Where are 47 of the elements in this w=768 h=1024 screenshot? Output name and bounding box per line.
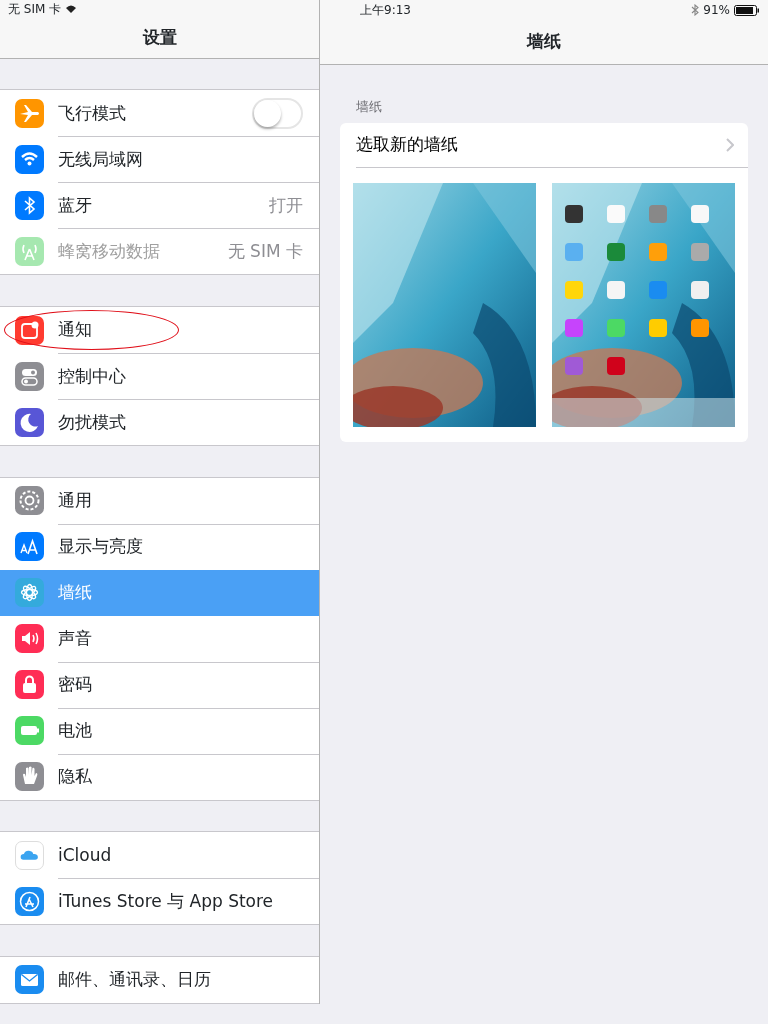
row-label: iCloud xyxy=(58,843,113,867)
list-row[interactable]: 选取新的墙纸 xyxy=(356,122,748,168)
wifi-icon xyxy=(65,4,78,14)
row-label: 选取新的墙纸 xyxy=(356,132,459,156)
settings-row[interactable]: 蓝牙 打开 xyxy=(0,182,319,229)
settings-row[interactable]: 勿扰模式 xyxy=(0,399,319,445)
settings-row[interactable]: 声音 xyxy=(0,615,319,662)
settings-row[interactable]: iCloud xyxy=(0,832,319,879)
settings-row[interactable]: 密码 xyxy=(0,661,319,708)
row-label: iTunes Store 与 App Store xyxy=(58,890,275,914)
row-label: 通知 xyxy=(58,318,93,342)
row-label: 通用 xyxy=(58,488,93,512)
row-label: 隐私 xyxy=(58,765,93,789)
row-label: 控制中心 xyxy=(58,364,127,388)
row-value: 无 SIM 卡 xyxy=(227,240,303,264)
settings-row[interactable]: 无线局域网 xyxy=(0,136,319,183)
row-label: 墙纸 xyxy=(58,581,93,605)
settings-row[interactable]: 控制中心 xyxy=(0,353,319,399)
row-label: 电池 xyxy=(58,719,93,743)
row-label: 邮件、通讯录、日历 xyxy=(58,968,212,992)
nav-title: 墙纸 xyxy=(527,30,561,54)
settings-row[interactable]: 通用 xyxy=(0,477,319,524)
nav-title: 设置 xyxy=(142,26,177,50)
section-header: 墙纸 xyxy=(355,98,383,116)
row-label: 飞行模式 xyxy=(58,101,127,125)
carrier-text: 无 SIM 卡 xyxy=(8,1,62,18)
row-label: 密码 xyxy=(58,673,93,697)
toggle-switch[interactable] xyxy=(252,97,303,129)
settings-row[interactable]: 飞行模式 xyxy=(0,90,319,137)
battery-icon xyxy=(734,4,760,16)
row-label: 勿扰模式 xyxy=(58,410,127,434)
row-value: 打开 xyxy=(269,194,303,218)
row-label: 声音 xyxy=(58,627,93,651)
battery-percent: 91% xyxy=(703,2,730,19)
row-label: 蓝牙 xyxy=(58,194,93,218)
chevron-icon xyxy=(726,137,734,152)
row-label: 蜂窝移动数据 xyxy=(58,240,161,264)
status-time: 上午9:13 xyxy=(360,2,411,19)
row-label: 无线局域网 xyxy=(58,148,144,172)
settings-row[interactable]: 电池 xyxy=(0,707,319,754)
settings-row[interactable]: iTunes Store 与 App Store xyxy=(0,878,319,925)
settings-row[interactable]: 隐私 xyxy=(0,753,319,800)
settings-row[interactable]: 通知 xyxy=(0,307,319,353)
bluetooth-icon xyxy=(691,4,700,16)
settings-row[interactable]: 显示与亮度 xyxy=(0,523,319,570)
row-label: 显示与亮度 xyxy=(58,535,144,559)
settings-row[interactable]: 邮件、通讯录、日历 xyxy=(0,957,319,1003)
